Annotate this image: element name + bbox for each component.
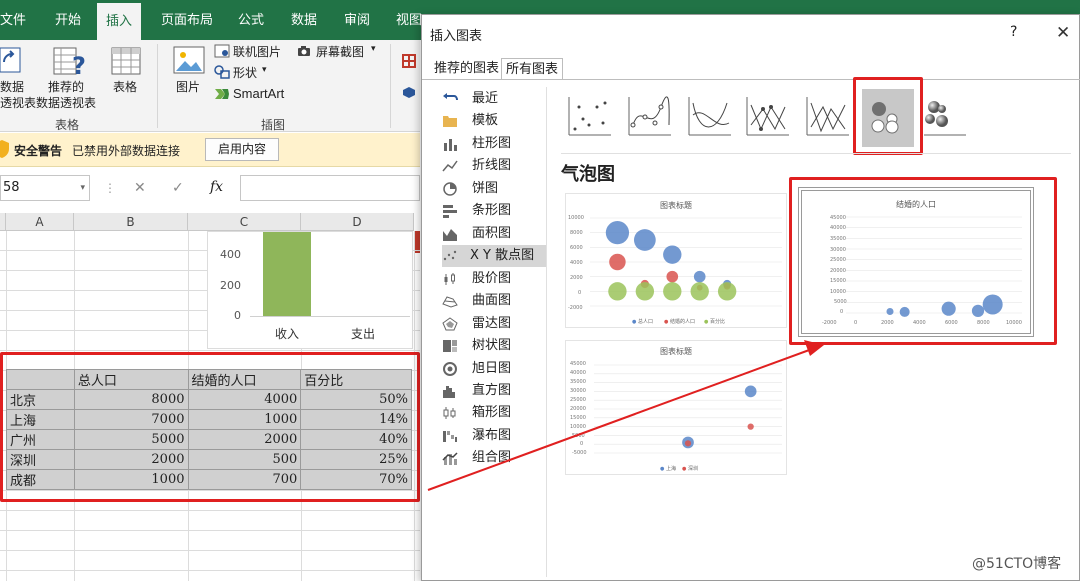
watermark: @51CTO博客 xyxy=(972,556,1062,572)
arrow-head-icon xyxy=(804,340,824,356)
annotation-arrow-line xyxy=(427,348,813,491)
screen: { "ribbon": { "tabs": ["文件", "开始", "插入",… xyxy=(0,0,1080,581)
annotation-arrow-layer xyxy=(427,340,824,491)
